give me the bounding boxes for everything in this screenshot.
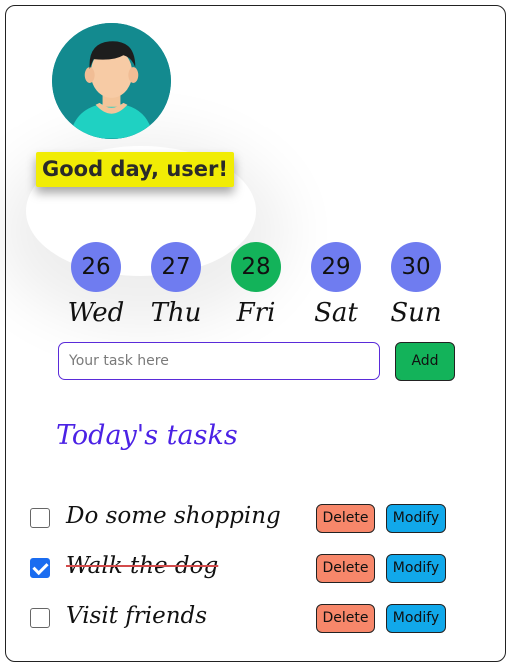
- task-row: Do some shopping Delete Modify: [28, 502, 458, 536]
- modify-button[interactable]: Modify: [386, 554, 446, 583]
- day-name: Wed: [67, 298, 125, 328]
- section-title: Today's tasks: [56, 420, 238, 451]
- day-item-sat[interactable]: 29 Sat: [304, 242, 368, 328]
- delete-button[interactable]: Delete: [316, 604, 375, 633]
- task-row: Walk the dog Delete Modify: [28, 552, 458, 586]
- task-text: Do some shopping: [66, 503, 281, 529]
- greeting-banner: Good day, user!: [36, 152, 234, 187]
- delete-button[interactable]: Delete: [316, 504, 375, 533]
- day-number-active: 28: [231, 242, 281, 292]
- day-number: 27: [151, 242, 201, 292]
- day-number: 26: [71, 242, 121, 292]
- add-button[interactable]: Add: [395, 342, 455, 381]
- task-checkbox[interactable]: [30, 608, 50, 628]
- user-avatar: [52, 23, 171, 139]
- task-row: Visit friends Delete Modify: [28, 602, 458, 636]
- app-card: Good day, user! 26 Wed 27 Thu 28 Fri 29 …: [5, 5, 506, 662]
- day-name: Sat: [314, 298, 358, 328]
- task-text: Visit friends: [66, 603, 208, 629]
- day-item-fri[interactable]: 28 Fri: [224, 242, 288, 328]
- task-checkbox-checked[interactable]: [30, 558, 50, 578]
- day-number: 30: [391, 242, 441, 292]
- task-text-done: Walk the dog: [66, 553, 219, 579]
- day-item-thu[interactable]: 27 Thu: [144, 242, 208, 328]
- user-avatar-icon: [52, 23, 171, 139]
- task-input[interactable]: [58, 342, 380, 380]
- day-number: 29: [311, 242, 361, 292]
- day-item-wed[interactable]: 26 Wed: [64, 242, 128, 328]
- day-item-sun[interactable]: 30 Sun: [384, 242, 448, 328]
- task-checkbox[interactable]: [30, 508, 50, 528]
- day-name: Thu: [150, 298, 202, 328]
- modify-button[interactable]: Modify: [386, 604, 446, 633]
- day-selector: 26 Wed 27 Thu 28 Fri 29 Sat 30 Sun: [64, 242, 464, 332]
- day-name: Fri: [236, 298, 276, 328]
- delete-button[interactable]: Delete: [316, 554, 375, 583]
- modify-button[interactable]: Modify: [386, 504, 446, 533]
- day-name: Sun: [390, 298, 442, 328]
